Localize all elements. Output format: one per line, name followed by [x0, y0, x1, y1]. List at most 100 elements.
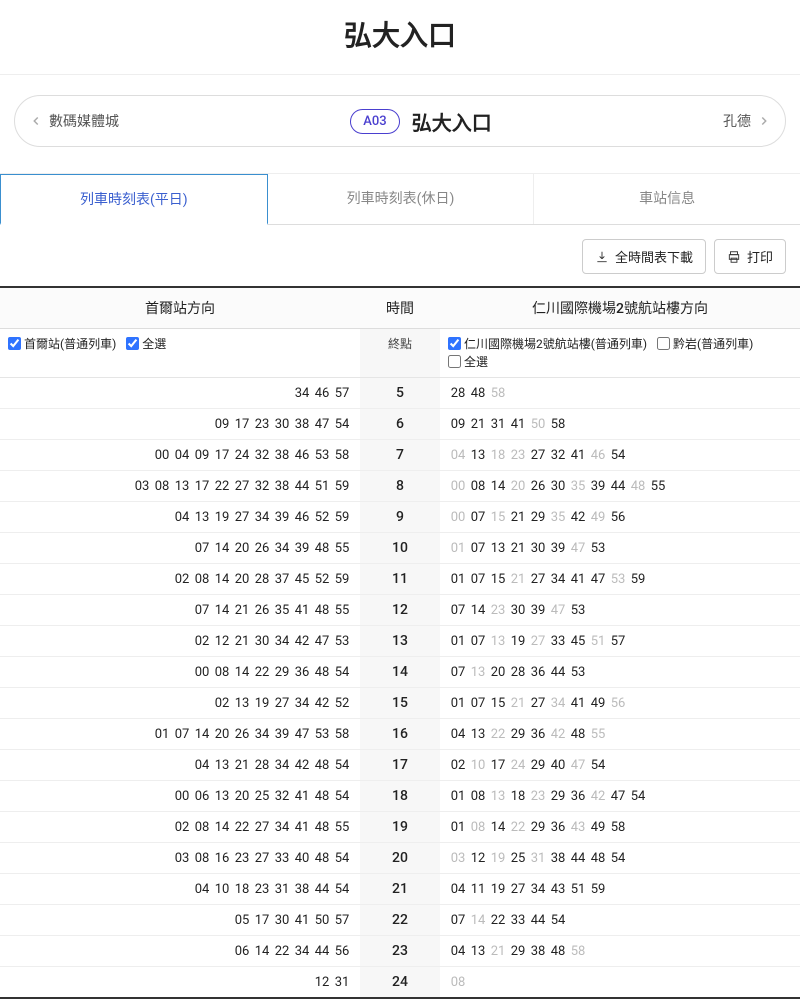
minute: 42	[312, 696, 332, 711]
minute: 15	[488, 510, 508, 525]
minute-list: 010715212734414956	[448, 696, 792, 711]
minute: 26	[252, 541, 272, 556]
minute: 27	[528, 634, 548, 649]
minute: 28	[252, 572, 272, 587]
minute: 27	[232, 479, 252, 494]
minute-list: 010814222936434958	[448, 820, 792, 835]
minute-list: 051730415057	[8, 913, 352, 928]
tab-holiday[interactable]: 列車時刻表(休日)	[268, 174, 535, 224]
minute: 45	[292, 572, 312, 587]
minute: 22	[508, 820, 528, 835]
minute: 29	[508, 944, 528, 959]
minute-list: 07142330394753	[448, 603, 792, 618]
minute: 54	[332, 882, 352, 897]
minute: 22	[252, 665, 272, 680]
minute: 43	[568, 820, 588, 835]
minute-list: 07132028364453	[448, 665, 792, 680]
minute: 08	[192, 572, 212, 587]
minute: 32	[252, 479, 272, 494]
filter-checkbox[interactable]	[448, 355, 461, 368]
cell-right: 01081318232936424754	[440, 781, 800, 812]
minute: 37	[272, 572, 292, 587]
cell-hour: 14	[360, 657, 440, 688]
minute-list: 0107132130394753	[448, 541, 792, 556]
minute: 54	[332, 851, 352, 866]
minute: 27	[252, 820, 272, 835]
filter-option[interactable]: 全選	[448, 353, 488, 370]
minute: 07	[468, 696, 488, 711]
minute: 15	[488, 696, 508, 711]
cell-right: 071422334454	[440, 905, 800, 936]
minute: 53	[312, 727, 332, 742]
cell-hour: 9	[360, 502, 440, 533]
minute: 51	[588, 634, 608, 649]
filter-checkbox[interactable]	[8, 337, 21, 350]
cell-right: 0210172429404754	[440, 750, 800, 781]
cell-right: 07132028364453	[440, 657, 800, 688]
minute: 14	[192, 727, 212, 742]
minute: 34	[292, 696, 312, 711]
filter-checkbox[interactable]	[657, 337, 670, 350]
minute: 12	[212, 634, 232, 649]
filter-checkbox[interactable]	[448, 337, 461, 350]
cell-left: 0308131722273238445159	[0, 471, 360, 502]
minute: 14	[468, 603, 488, 618]
minute: 31	[488, 417, 508, 432]
print-button[interactable]: 打印	[714, 239, 786, 274]
minute: 59	[332, 572, 352, 587]
minute-list: 0413212834424854	[8, 758, 352, 773]
minute: 34	[548, 696, 568, 711]
minute: 06	[232, 944, 252, 959]
minute: 21	[232, 634, 252, 649]
filter-option[interactable]: 首爾站(普通列車)	[8, 335, 116, 352]
minute: 33	[272, 851, 292, 866]
next-station[interactable]: 孔德	[723, 111, 771, 131]
cell-hour: 13	[360, 626, 440, 657]
minute: 30	[272, 913, 292, 928]
minute: 53	[332, 634, 352, 649]
minute: 36	[528, 665, 548, 680]
filter-option[interactable]: 黔岩(普通列車)	[657, 335, 753, 352]
minute: 24	[508, 758, 528, 773]
filter-option[interactable]: 仁川國際機場2號航站樓(普通列車)	[448, 335, 647, 352]
minute-list: 041319273439465259	[8, 510, 352, 525]
minute: 31	[272, 882, 292, 897]
minute-list: 000715212935424956	[448, 510, 792, 525]
minute: 23	[252, 417, 272, 432]
prev-station[interactable]: 數碼媒體城	[29, 111, 119, 131]
minute: 22	[488, 913, 508, 928]
minute-list: 000613202532414854	[8, 789, 352, 804]
tab-weekday[interactable]: 列車時刻表(平日)	[0, 174, 268, 225]
cell-left: 0714202634394855	[0, 533, 360, 564]
minute: 33	[508, 913, 528, 928]
minute: 07	[192, 603, 212, 618]
minute: 13	[172, 479, 192, 494]
station-code: A03	[350, 109, 399, 134]
filter-option[interactable]: 全選	[126, 335, 166, 352]
minute: 13	[468, 727, 488, 742]
minute: 42	[548, 727, 568, 742]
minute: 13	[232, 696, 252, 711]
minute: 54	[588, 758, 608, 773]
minute: 13	[192, 510, 212, 525]
minute: 01	[448, 789, 468, 804]
filter-checkbox[interactable]	[126, 337, 139, 350]
minute: 02	[448, 758, 468, 773]
minute: 07	[468, 634, 488, 649]
minute: 49	[588, 820, 608, 835]
minute: 54	[332, 789, 352, 804]
page-title: 弘大入口	[0, 0, 800, 75]
minute: 34	[548, 572, 568, 587]
next-station-label: 孔德	[723, 111, 751, 131]
minute: 48	[568, 727, 588, 742]
minute: 29	[528, 510, 548, 525]
minute: 30	[252, 634, 272, 649]
download-button[interactable]: 全時間表下載	[582, 239, 706, 274]
tab-station-info[interactable]: 車站信息	[534, 174, 800, 224]
minute: 18	[508, 789, 528, 804]
cell-right: 07142330394753	[440, 595, 800, 626]
minute: 35	[568, 479, 588, 494]
minute-list: 030816232733404854	[8, 851, 352, 866]
minute: 39	[548, 541, 568, 556]
minute: 07	[448, 603, 468, 618]
